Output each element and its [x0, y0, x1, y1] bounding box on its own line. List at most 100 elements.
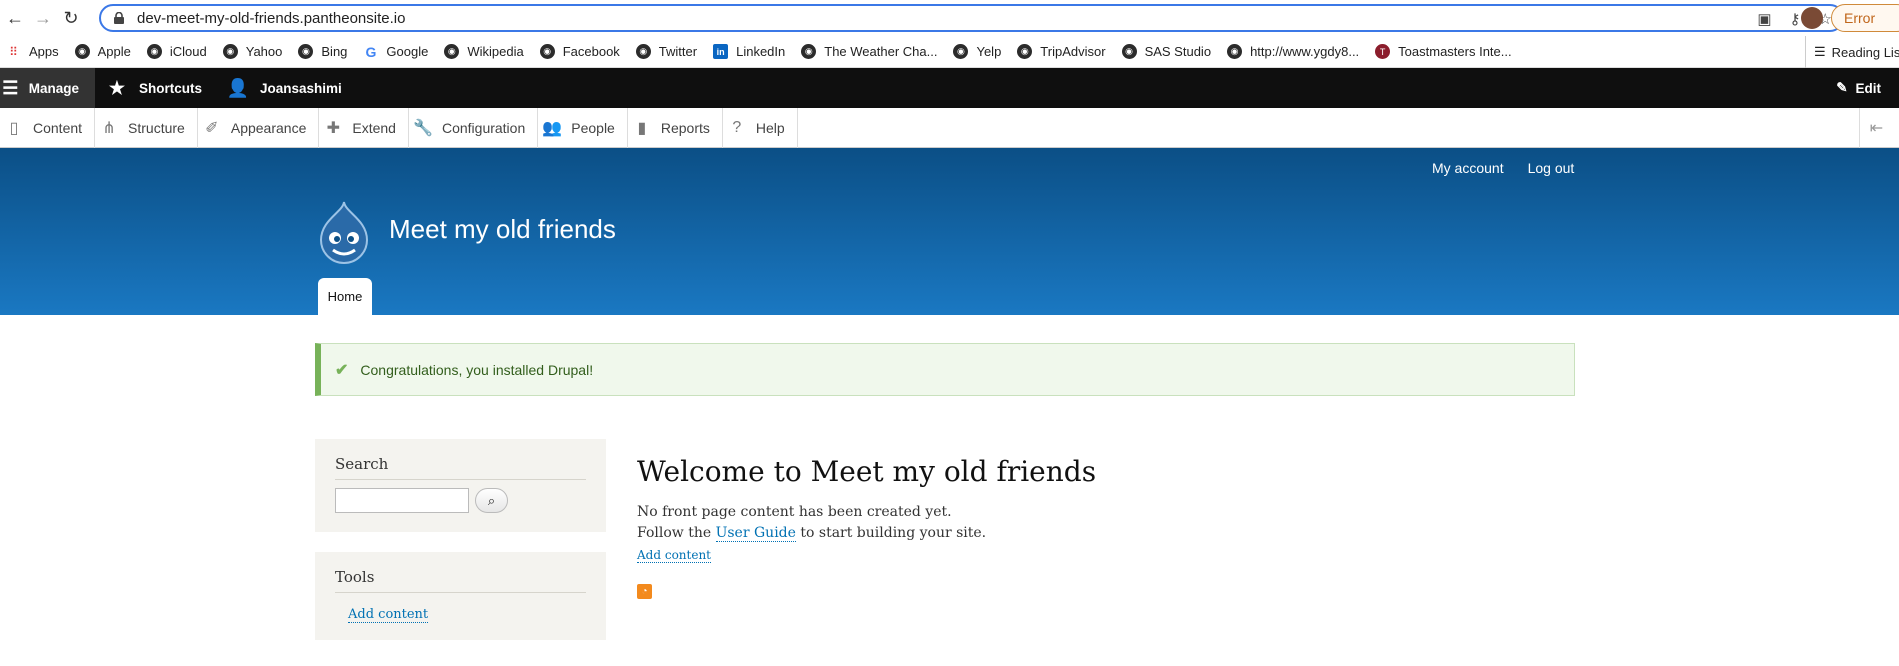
- tools-add-content-link[interactable]: Add content: [348, 607, 429, 623]
- bookmark-label: Facebook: [562, 44, 620, 59]
- tray-label: Configuration: [441, 119, 526, 136]
- reload-icon[interactable]: ↻: [58, 5, 84, 31]
- people-icon: 👥: [542, 119, 563, 137]
- tray-item-help[interactable]: ? Help: [723, 107, 798, 148]
- manage-label: Manage: [28, 80, 79, 96]
- tray-item-appearance[interactable]: ✐ Appearance: [198, 107, 320, 148]
- user-button[interactable]: 👤 Joansashimi: [216, 68, 356, 108]
- main-content: Welcome to Meet my old friends No front …: [637, 455, 1096, 563]
- bookmark-bing[interactable]: ◉ Bing: [298, 44, 347, 59]
- check-icon: ✔: [335, 361, 349, 379]
- bookmark-label: TripAdvisor: [1040, 44, 1106, 59]
- bookmark-icloud[interactable]: ◉ iCloud: [146, 44, 207, 59]
- bookmark-label: Google: [386, 44, 429, 59]
- error-label: Error: [1844, 10, 1876, 26]
- shortcuts-label: Shortcuts: [139, 80, 203, 96]
- avatar[interactable]: [1801, 7, 1823, 29]
- bookmark-twitter[interactable]: ◉ Twitter: [635, 44, 697, 59]
- address-bar[interactable]: dev-meet-my-old-friends.pantheonsite.io …: [99, 4, 1844, 32]
- globe-icon: ◉: [1017, 44, 1033, 59]
- globe-icon: ◉: [801, 44, 817, 59]
- bookmark-google[interactable]: G Google: [363, 43, 429, 60]
- search-block-title: Search: [335, 455, 586, 480]
- search-block: Search ⌕: [315, 439, 606, 532]
- globe-icon: ◉: [1121, 44, 1137, 59]
- bookmark-label: LinkedIn: [736, 44, 786, 59]
- browser-url-bar: ← → ↻ dev-meet-my-old-friends.pantheonsi…: [0, 0, 1899, 36]
- tab-home[interactable]: Home: [318, 278, 372, 315]
- bookmark-label: Apps: [29, 44, 59, 59]
- tray-item-reports[interactable]: ▮ Reports: [628, 107, 723, 148]
- search-icon: ⌕: [487, 492, 496, 508]
- tray-item-people[interactable]: 👥 People: [538, 107, 628, 148]
- key-icon[interactable]: ⚷: [1790, 10, 1801, 28]
- tray-item-extend[interactable]: ✚ Extend: [319, 107, 409, 148]
- bookmark-facebook[interactable]: ◉ Facebook: [539, 44, 620, 59]
- wrench-icon: 🔧: [413, 119, 433, 137]
- globe-icon: ◉: [222, 44, 238, 59]
- help-icon: ?: [732, 118, 742, 136]
- tray-label: Help: [755, 119, 785, 136]
- tray-label: Appearance: [230, 119, 307, 136]
- document-icon: ▯: [9, 119, 19, 137]
- globe-icon: ◉: [635, 44, 651, 59]
- rss-feed-icon[interactable]: ◔: [637, 584, 652, 599]
- error-button[interactable]: Error: [1831, 4, 1899, 32]
- add-content-link[interactable]: Add content: [637, 548, 711, 563]
- bookmark-toastmasters[interactable]: T Toastmasters Inte...: [1375, 44, 1512, 59]
- search-input[interactable]: [335, 488, 469, 513]
- reading-list-label: Reading List: [1831, 44, 1899, 60]
- brush-icon: ✐: [205, 119, 219, 137]
- bookmark-tripadvisor[interactable]: ◉ TripAdvisor: [1017, 44, 1106, 59]
- manage-button[interactable]: ☰ Manage: [0, 68, 95, 108]
- bookmark-yahoo[interactable]: ◉ Yahoo: [222, 44, 282, 59]
- collapse-tray-icon[interactable]: ⇤: [1859, 108, 1893, 148]
- search-button[interactable]: ⌕: [475, 488, 508, 513]
- bookmark-ygdy8[interactable]: ◉ http://www.ygdy8...: [1227, 44, 1359, 59]
- bar-chart-icon: ▮: [637, 119, 647, 137]
- bookmark-weather[interactable]: ◉ The Weather Cha...: [801, 44, 937, 59]
- forward-icon[interactable]: →: [30, 5, 56, 31]
- bookmark-apps[interactable]: ⠿ Apps: [6, 44, 59, 59]
- shortcuts-button[interactable]: ★ Shortcuts: [95, 68, 216, 108]
- tray-item-configuration[interactable]: 🔧 Configuration: [409, 107, 539, 148]
- google-icon: G: [365, 43, 377, 60]
- bookmark-wikipedia[interactable]: ◉ Wikipedia: [444, 44, 524, 59]
- bookmark-label: Wikipedia: [467, 44, 524, 59]
- tray-label: Structure: [128, 119, 185, 136]
- tray-item-content[interactable]: ▯ Content: [0, 107, 96, 148]
- user-guide-link[interactable]: User Guide: [715, 525, 796, 542]
- url-text: dev-meet-my-old-friends.pantheonsite.io: [137, 9, 406, 27]
- globe-icon: ◉: [444, 44, 460, 59]
- tools-block: Tools Add content: [315, 552, 606, 640]
- bookmark-linkedin[interactable]: in LinkedIn: [713, 44, 785, 59]
- reading-list[interactable]: ☰ Reading List: [1805, 36, 1899, 68]
- bookmark-label: Apple: [97, 44, 131, 59]
- tray-label: Reports: [660, 119, 710, 136]
- tools-block-title: Tools: [335, 568, 586, 593]
- back-icon[interactable]: ←: [2, 5, 28, 31]
- bookmark-label: http://www.ygdy8...: [1250, 44, 1360, 59]
- bookmark-sas-studio[interactable]: ◉ SAS Studio: [1121, 44, 1212, 59]
- lock-icon: [114, 12, 124, 24]
- admin-toolbar: ☰ Manage ★ Shortcuts 👤 Joansashimi ✎ Edit: [0, 68, 1899, 108]
- bookmark-label: The Weather Cha...: [824, 44, 938, 59]
- guide-line: Follow the User Guide to start building …: [637, 523, 1096, 544]
- tray-label: Content: [33, 119, 83, 136]
- guide-line-pre: Follow the: [637, 525, 712, 541]
- site-name[interactable]: Meet my old friends: [389, 214, 616, 245]
- bookmark-apple[interactable]: ◉ Apple: [74, 44, 131, 59]
- log-out-link[interactable]: Log out: [1528, 160, 1575, 176]
- globe-icon: ◉: [539, 44, 555, 59]
- bookmark-label: Toastmasters Inte...: [1398, 44, 1512, 59]
- bookmark-yelp[interactable]: ◉ Yelp: [953, 44, 1001, 59]
- user-label: Joansashimi: [260, 80, 342, 96]
- qr-icon[interactable]: ▣: [1757, 10, 1771, 28]
- bookmark-label: SAS Studio: [1144, 44, 1212, 59]
- hamburger-icon: ☰: [2, 77, 19, 98]
- my-account-link[interactable]: My account: [1432, 160, 1504, 176]
- drupal-logo-icon[interactable]: [315, 200, 373, 264]
- edit-button[interactable]: ✎ Edit: [1836, 68, 1881, 108]
- tray-item-structure[interactable]: ⋔ Structure: [95, 107, 198, 148]
- tray-label: People: [571, 119, 615, 136]
